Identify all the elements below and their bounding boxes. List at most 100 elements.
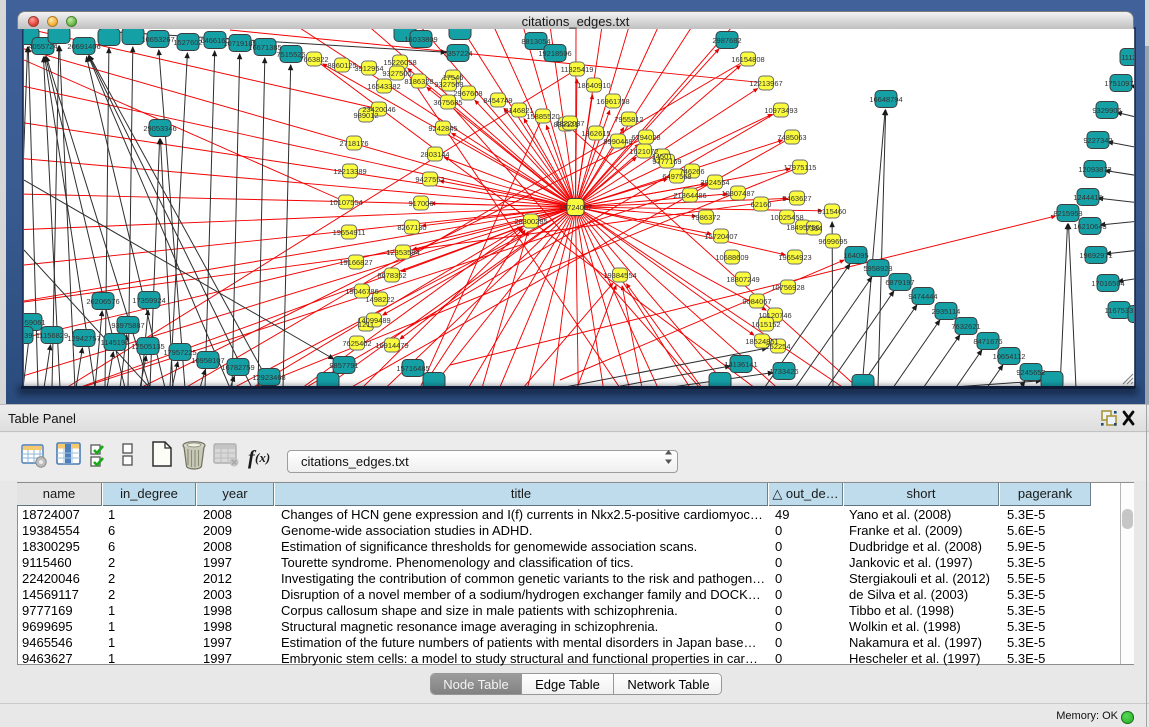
svg-text:4055724: 4055724 <box>28 42 57 51</box>
svg-text:21364486: 21364486 <box>673 191 706 200</box>
svg-text:9777169: 9777169 <box>652 157 681 166</box>
svg-text:9084067: 9084067 <box>742 297 771 306</box>
svg-text:8267130: 8267130 <box>397 223 426 232</box>
svg-text:10756928: 10756928 <box>771 283 804 292</box>
svg-text:2935114: 2935114 <box>932 307 961 316</box>
svg-text:12213389: 12213389 <box>333 167 366 176</box>
svg-text:11156829: 11156829 <box>36 331 68 340</box>
svg-text:9463627: 9463627 <box>782 194 811 203</box>
svg-text:2803144: 2803144 <box>420 150 449 159</box>
svg-text:9245652: 9245652 <box>1016 368 1045 377</box>
svg-text:1822037: 1822037 <box>555 119 584 128</box>
svg-text:11122: 11122 <box>1121 53 1141 62</box>
svg-text:9227342: 9227342 <box>1083 136 1112 145</box>
svg-text:2987682: 2987682 <box>712 36 741 45</box>
svg-text:15226058: 15226058 <box>383 58 416 67</box>
svg-text:12923468: 12923468 <box>252 373 285 382</box>
svg-text:9699695: 9699695 <box>818 237 847 246</box>
svg-text:5958928: 5958928 <box>863 264 892 273</box>
svg-text:10654112: 10654112 <box>993 352 1026 361</box>
svg-text:39139: 39139 <box>12 331 33 340</box>
svg-text:19654911: 19654911 <box>333 228 366 237</box>
svg-text:16210643: 16210643 <box>1073 222 1106 231</box>
svg-text:3912954: 3912954 <box>354 64 383 73</box>
svg-text:8186328: 8186328 <box>404 77 433 86</box>
svg-text:7364: 7364 <box>806 224 823 233</box>
svg-text:9115460: 9115460 <box>818 207 847 216</box>
svg-text:16033809: 16033809 <box>404 35 437 44</box>
svg-text:17975115: 17975115 <box>784 163 817 172</box>
svg-text:1527602: 1527602 <box>173 38 202 47</box>
svg-text:10973493: 10973493 <box>764 106 797 115</box>
svg-text:18807249: 18807249 <box>726 275 759 284</box>
svg-text:20206576: 20206576 <box>86 297 119 306</box>
svg-text:7625402: 7625402 <box>342 339 371 348</box>
svg-text:2967608: 2967608 <box>453 89 482 98</box>
svg-text:7485063: 7485063 <box>777 133 806 142</box>
svg-text:9474444: 9474444 <box>908 292 937 301</box>
svg-text:7663822: 7663822 <box>299 55 328 64</box>
svg-text:12505135: 12505135 <box>131 342 164 351</box>
svg-text:12093873: 12093873 <box>1078 165 1111 174</box>
svg-text:1145194: 1145194 <box>101 338 130 347</box>
svg-text:10120746: 10120746 <box>758 311 791 320</box>
svg-text:9329906: 9329906 <box>1092 106 1121 115</box>
svg-text:19166827: 19166827 <box>339 258 372 267</box>
svg-text:19384554: 19384554 <box>603 271 636 280</box>
svg-text:10958107: 10958107 <box>191 356 224 365</box>
svg-text:252254: 252254 <box>765 342 790 351</box>
svg-text:16648794: 16648794 <box>869 95 902 104</box>
svg-text:16543382: 16543382 <box>367 82 400 91</box>
svg-text:1498222: 1498222 <box>365 295 394 304</box>
svg-text:8990448: 8990448 <box>603 137 632 146</box>
svg-text:1733426: 1733426 <box>769 367 798 376</box>
svg-text:16961758: 16961758 <box>596 97 629 106</box>
svg-text:10688609: 10688609 <box>715 253 748 262</box>
svg-text:164095: 164095 <box>843 251 868 260</box>
svg-text:16154808: 16154808 <box>731 55 764 64</box>
svg-text:18640910: 18640910 <box>577 81 610 90</box>
svg-text:3675685: 3675685 <box>433 98 462 107</box>
svg-text:14099489: 14099489 <box>357 316 390 325</box>
svg-text:746266: 746266 <box>679 167 704 176</box>
svg-text:8215958: 8215958 <box>1053 209 1082 218</box>
svg-text:14136141: 14136141 <box>724 360 757 369</box>
svg-text:16782759: 16782759 <box>221 363 254 372</box>
svg-text:62160: 62160 <box>751 200 772 209</box>
svg-text:6879197: 6879197 <box>885 278 914 287</box>
svg-text:917006: 917006 <box>408 199 433 208</box>
svg-text:18724007: 18724007 <box>559 203 592 212</box>
svg-text:7357224: 7357224 <box>443 49 472 58</box>
svg-text:1244415: 1244415 <box>1073 193 1102 202</box>
svg-text:19218506: 19218506 <box>538 49 571 58</box>
svg-text:8454749: 8454749 <box>483 96 512 105</box>
svg-text:17510974: 17510974 <box>1104 79 1137 88</box>
svg-text:8678352: 8678352 <box>377 271 406 280</box>
svg-text:9427552: 9427552 <box>415 175 444 184</box>
svg-text:20691406: 20691406 <box>67 42 100 51</box>
svg-text:1615152: 1615152 <box>751 320 780 329</box>
svg-text:9327508: 9327508 <box>434 80 463 89</box>
svg-text:989012: 989012 <box>353 111 378 120</box>
svg-text:10653267: 10653267 <box>141 35 174 44</box>
svg-text:16914479: 16914479 <box>375 341 408 350</box>
svg-text:15720407: 15720407 <box>704 232 737 241</box>
svg-text:3959061: 3959061 <box>16 318 45 327</box>
svg-text:6794028: 6794028 <box>631 133 660 142</box>
svg-text:28300285: 28300285 <box>514 217 547 226</box>
svg-text:12213967: 12213967 <box>749 79 782 88</box>
svg-text:17359924: 17359924 <box>132 296 165 305</box>
svg-text:8813054: 8813054 <box>521 37 550 46</box>
svg-text:12353594: 12353594 <box>386 248 419 257</box>
svg-text:93975887: 93975887 <box>111 321 144 330</box>
svg-text:11325419: 11325419 <box>561 65 594 74</box>
svg-text:10025458: 10025458 <box>770 213 803 222</box>
svg-text:19654923: 19654923 <box>778 253 811 262</box>
svg-text:9242845: 9242845 <box>428 124 457 133</box>
svg-text:1167533: 1167533 <box>1105 306 1134 315</box>
svg-text:10107554: 10107554 <box>329 198 362 207</box>
svg-text:3824554: 3824554 <box>700 178 729 187</box>
svg-text:7632621: 7632621 <box>951 322 980 331</box>
svg-text:7986372: 7986372 <box>691 213 720 222</box>
svg-text:15716485: 15716485 <box>396 364 429 373</box>
